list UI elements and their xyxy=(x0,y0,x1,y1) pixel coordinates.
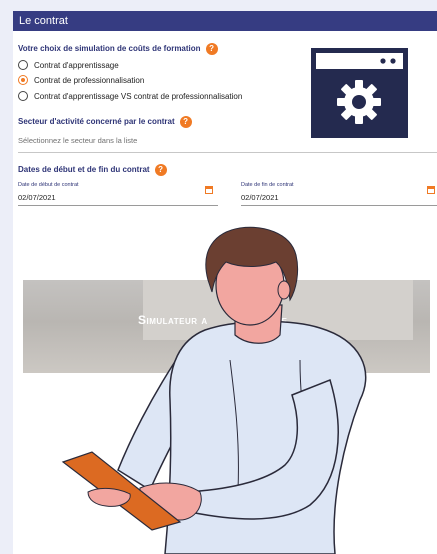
fingers xyxy=(87,487,131,507)
person-illustration xyxy=(61,226,367,554)
ear xyxy=(277,280,291,300)
